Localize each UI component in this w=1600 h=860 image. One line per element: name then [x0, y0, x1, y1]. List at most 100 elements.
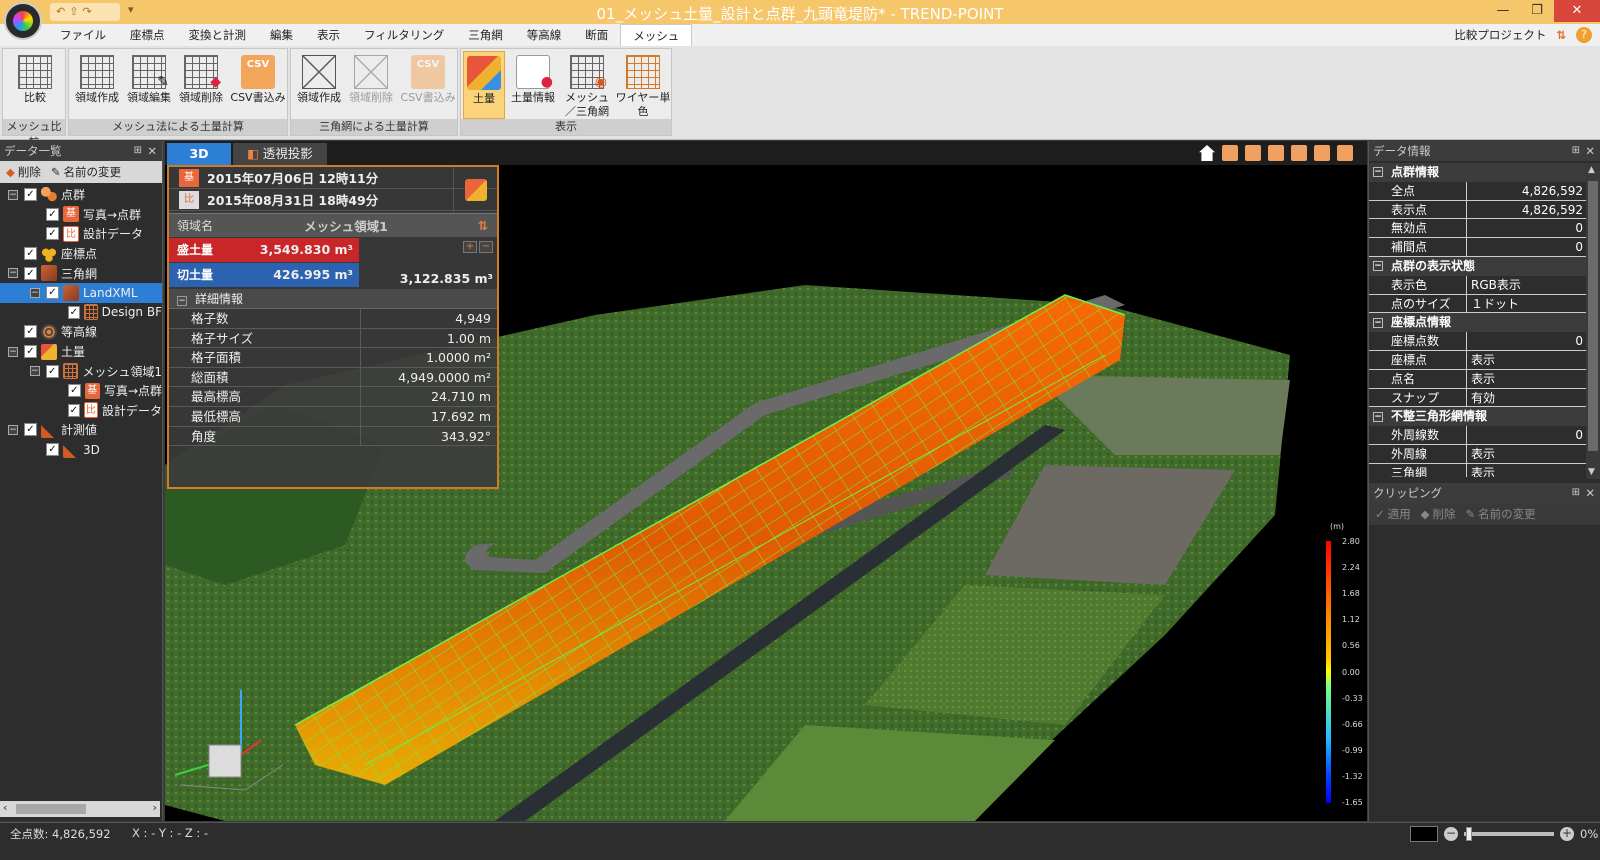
app-logo-icon[interactable]	[4, 2, 42, 40]
tab-3d[interactable]: 3D	[167, 143, 231, 165]
checkbox[interactable]: ✓	[68, 384, 81, 398]
clip-delete-button[interactable]: ◆ 削除	[1421, 506, 1456, 522]
menu-section[interactable]: 断面	[573, 24, 620, 46]
tree-item-point-cloud[interactable]: − ✓ 点群	[0, 185, 162, 205]
tree-item-measurements[interactable]: − ✓ 計測値	[0, 420, 162, 440]
collapse-icon[interactable]: −	[1373, 261, 1383, 272]
compare-button[interactable]: 比較	[9, 51, 61, 119]
collapse-icon[interactable]: −	[1373, 411, 1383, 422]
menu-coordinate-points[interactable]: 座標点	[118, 24, 177, 46]
mesh-csv-write-button[interactable]: CSV CSV書込み	[229, 51, 287, 119]
background-color-swatch[interactable]	[1410, 826, 1438, 842]
checkbox[interactable]: ✓	[24, 423, 37, 437]
menu-transform-measure[interactable]: 変換と計測	[177, 24, 259, 46]
info-row[interactable]: 座標点 表示	[1369, 350, 1587, 370]
minimize-button[interactable]: —	[1486, 0, 1520, 22]
delete-button[interactable]: ◆ 削除	[6, 164, 41, 180]
checkbox[interactable]: ✓	[24, 188, 37, 202]
view-bottom-icon[interactable]	[1337, 145, 1353, 161]
menu-contour[interactable]: 等高線	[515, 24, 574, 46]
tree-item-3d[interactable]: ✓ 3D	[0, 440, 162, 460]
zoom-out-icon[interactable]: −	[1444, 827, 1458, 841]
menu-filtering[interactable]: フィルタリング	[352, 24, 456, 46]
menu-view[interactable]: 表示	[305, 24, 352, 46]
pin-icon[interactable]: ⊞	[1572, 483, 1580, 503]
mesh-delete-region-button[interactable]: ◆ 領域削除	[175, 51, 227, 119]
collapse-icon[interactable]: −	[30, 287, 40, 298]
tree-item-landxml[interactable]: − ✓ LandXML	[0, 282, 162, 303]
view-left-icon[interactable]	[1268, 145, 1284, 161]
tree-item-photo-pointcloud[interactable]: ✓ 基写真→点群	[0, 205, 162, 225]
checkbox[interactable]: ✓	[46, 286, 59, 300]
tree-item-design-bf[interactable]: ✓ Design BF	[0, 303, 162, 323]
tree-item-contour[interactable]: ✓ 等高線	[0, 322, 162, 342]
close-panel-icon[interactable]: ✕	[1585, 141, 1595, 161]
group-tin-info[interactable]: − 不整三角形網情報	[1369, 407, 1587, 427]
zoom-slider[interactable]	[1464, 827, 1554, 841]
group-point-cloud-info[interactable]: − 点群情報	[1369, 163, 1587, 182]
tree-item-coordinate-points[interactable]: ✓ 座標点	[0, 244, 162, 264]
checkbox[interactable]: ✓	[24, 247, 37, 261]
compare-project-label[interactable]: 比較プロジェクト	[1454, 24, 1546, 46]
horizontal-scrollbar[interactable]: ‹ ›	[0, 801, 160, 817]
zoom-in-icon[interactable]: +	[1560, 827, 1574, 841]
help-icon[interactable]: ?	[1576, 27, 1592, 43]
volume-info-button[interactable]: ● 土量情報	[507, 51, 559, 119]
tree-item-mesh-design-data[interactable]: ✓ 比設計データ	[0, 401, 162, 421]
wire-single-color-button[interactable]: ワイヤー単色 ▼	[615, 51, 671, 129]
checkbox[interactable]: ✓	[68, 403, 80, 417]
view-top-icon[interactable]	[1314, 145, 1330, 161]
detail-header[interactable]: − 詳細情報	[169, 289, 497, 309]
swap-icon[interactable]: ⇅	[469, 218, 497, 233]
view-front-icon[interactable]	[1222, 145, 1238, 161]
maximize-button[interactable]: ❐	[1520, 0, 1554, 22]
vertical-scrollbar[interactable]: ▲ ▼	[1586, 163, 1600, 479]
tree-item-design-data[interactable]: ✓ 比設計データ	[0, 224, 162, 244]
tree-item-mesh-photo-pointcloud[interactable]: ✓ 基写真→点群	[0, 381, 162, 401]
checkbox[interactable]: ✓	[24, 266, 37, 280]
group-coordinate-info[interactable]: − 座標点情報	[1369, 313, 1587, 333]
earthwork-volume-button[interactable]: 土量	[463, 51, 505, 119]
swap-arrows-icon[interactable]: ⇅	[1556, 24, 1566, 46]
collapse-icon[interactable]: −	[8, 346, 18, 357]
collapse-icon[interactable]: −	[8, 268, 18, 279]
info-row[interactable]: スナップ 有効	[1369, 388, 1587, 408]
view-back-icon[interactable]	[1245, 145, 1261, 161]
checkbox[interactable]: ✓	[45, 364, 59, 378]
tree-item-mesh-region[interactable]: − ✓ メッシュ領域1	[0, 361, 162, 381]
checkbox[interactable]: ✓	[46, 227, 59, 241]
info-row[interactable]: 表示色 RGB表示	[1369, 275, 1587, 295]
close-panel-icon[interactable]: ✕	[147, 141, 157, 161]
tri-csv-write-button[interactable]: CSV CSV書込み	[399, 51, 457, 119]
tree-item-triangle-net[interactable]: − ✓ 三角網	[0, 263, 162, 283]
scrollbar-thumb[interactable]	[1588, 181, 1598, 451]
scroll-down-icon[interactable]: ▼	[1588, 467, 1595, 477]
mesh-create-region-button[interactable]: 領域作成	[71, 51, 123, 119]
checkbox[interactable]: ✓	[46, 443, 59, 457]
checkbox[interactable]: ✓	[24, 345, 37, 359]
view-right-icon[interactable]	[1291, 145, 1307, 161]
clip-rename-button[interactable]: ✎ 名前の変更	[1466, 506, 1536, 522]
collapse-icon[interactable]: −	[8, 424, 18, 435]
tri-delete-region-button[interactable]: 領域削除	[345, 51, 397, 119]
zoom-slider-knob[interactable]	[1466, 827, 1472, 841]
info-row[interactable]: 外周線 表示	[1369, 444, 1587, 464]
rename-button[interactable]: ✎ 名前の変更	[51, 164, 121, 180]
collapse-icon[interactable]: −	[1373, 167, 1383, 178]
tree-item-earthwork[interactable]: − ✓ 土量	[0, 342, 162, 362]
menu-triangle-net[interactable]: 三角網	[456, 24, 515, 46]
collapse-icon[interactable]: −	[30, 366, 40, 377]
checkbox[interactable]: ✓	[24, 325, 37, 339]
menu-mesh[interactable]: メッシュ	[620, 24, 693, 46]
home-view-icon[interactable]	[1199, 145, 1215, 161]
mesh-triangle-toggle-button[interactable]: ◉ メッシュ／三角網	[561, 51, 613, 119]
tab-perspective[interactable]: ◧ 透視投影	[233, 143, 327, 165]
scrollbar-thumb[interactable]	[16, 804, 86, 814]
mesh-edit-region-button[interactable]: ✎ 領域編集	[123, 51, 175, 119]
collapse-icon[interactable]: −	[177, 296, 187, 306]
info-row[interactable]: 点名 表示	[1369, 369, 1587, 389]
info-row[interactable]: 点のサイズ １ドット	[1369, 294, 1587, 314]
checkbox[interactable]: ✓	[46, 207, 59, 221]
scroll-up-icon[interactable]: ▲	[1588, 165, 1595, 175]
scroll-right-icon[interactable]: ›	[153, 801, 157, 814]
